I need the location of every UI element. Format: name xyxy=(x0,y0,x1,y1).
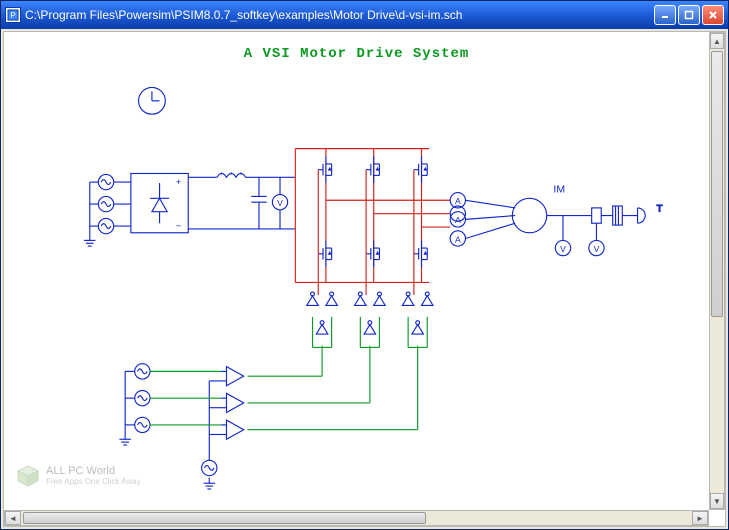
pwm-net xyxy=(248,317,428,430)
svg-text:P: P xyxy=(10,11,15,20)
torque-label: T xyxy=(657,204,663,215)
titlebar[interactable]: P C:\Program Files\Powersim\PSIM8.0.7_so… xyxy=(1,1,728,29)
hscroll-track[interactable] xyxy=(21,511,692,525)
maximize-button[interactable] xyxy=(678,5,700,25)
shaft-loads: T xyxy=(592,204,663,225)
shaft-voltmeter-2: V xyxy=(589,223,604,256)
scroll-left-button[interactable]: ◄ xyxy=(5,511,21,525)
cube-icon xyxy=(16,464,40,488)
schematic-drawing: + − xyxy=(84,87,663,489)
mosfet-bot-c xyxy=(414,240,427,267)
dc-link: V xyxy=(188,173,295,229)
motor-im: IM xyxy=(512,184,591,233)
svg-text:A: A xyxy=(455,196,461,206)
vscroll-thumb[interactable] xyxy=(711,51,723,317)
ac-source-bank xyxy=(84,174,131,246)
close-button[interactable] xyxy=(702,5,724,25)
scroll-right-button[interactable]: ► xyxy=(692,511,708,525)
gate-drivers xyxy=(307,292,433,334)
phase-wires xyxy=(465,200,515,238)
svg-text:V: V xyxy=(560,244,566,254)
motor-label: IM xyxy=(553,184,565,196)
app-window: P C:\Program Files\Powersim\PSIM8.0.7_so… xyxy=(0,0,729,530)
voltmeter-label: V xyxy=(277,198,283,208)
ammeter-b: A xyxy=(450,206,465,227)
client-area: A VSI Motor Drive System xyxy=(3,31,726,527)
schematic-canvas[interactable]: A VSI Motor Drive System xyxy=(4,32,709,510)
vscroll-track[interactable] xyxy=(710,49,724,493)
mosfet-top-c xyxy=(414,156,427,183)
mosfet-top-a xyxy=(318,156,331,183)
horizontal-scrollbar[interactable]: ◄ ► xyxy=(4,510,709,526)
schematic-svg: + − xyxy=(4,32,709,510)
scroll-up-button[interactable]: ▲ xyxy=(710,33,724,49)
minimize-button[interactable] xyxy=(654,5,676,25)
app-icon: P xyxy=(5,7,21,23)
reference-sources xyxy=(119,364,220,445)
mosfet-bot-a xyxy=(318,240,331,267)
window-buttons xyxy=(654,5,724,25)
comparator-stage xyxy=(202,367,244,489)
gate-lines xyxy=(318,170,414,295)
watermark: ALL PC World Free Apps One Click Away xyxy=(16,464,141,488)
watermark-brand: ALL PC World xyxy=(46,466,141,478)
vertical-scrollbar[interactable]: ▲ ▼ xyxy=(709,32,725,510)
ammeter-c: A xyxy=(450,231,465,246)
svg-text:V: V xyxy=(594,244,600,254)
svg-text:A: A xyxy=(455,234,461,244)
window-title: C:\Program Files\Powersim\PSIM8.0.7_soft… xyxy=(25,8,654,22)
clock-icon xyxy=(139,87,166,114)
scroll-down-button[interactable]: ▼ xyxy=(710,493,724,509)
shaft-voltmeter-1: V xyxy=(555,216,570,256)
rectifier-bridge: + − xyxy=(131,173,188,232)
watermark-tagline: Free Apps One Click Away xyxy=(46,478,141,486)
svg-text:+: + xyxy=(176,177,182,188)
svg-text:−: − xyxy=(176,221,182,232)
svg-text:A: A xyxy=(455,215,461,225)
mosfet-top-b xyxy=(366,156,379,183)
hscroll-thumb[interactable] xyxy=(23,512,426,524)
mosfet-bot-b xyxy=(366,240,379,267)
